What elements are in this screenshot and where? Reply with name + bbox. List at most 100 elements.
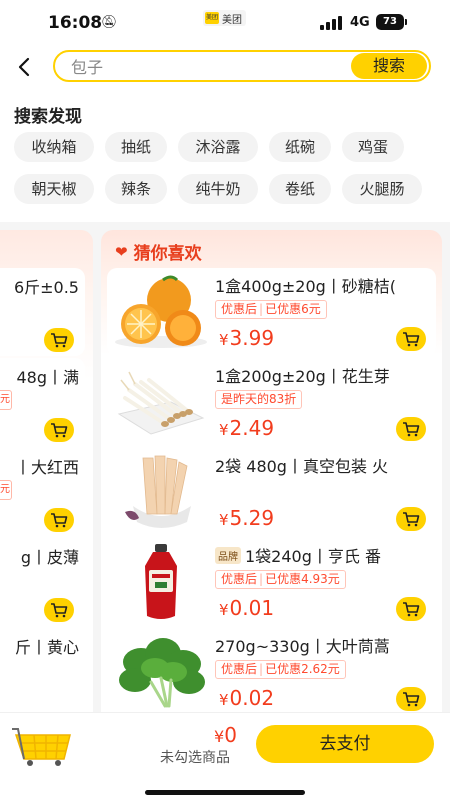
cart-icon	[51, 513, 68, 528]
brand-badge: 品牌	[215, 547, 241, 564]
discount-tag-amount: 已优惠4.93元	[265, 572, 340, 586]
left-product-title: g丨皮薄	[20, 548, 79, 567]
total-value: 0	[224, 723, 237, 747]
discount-tag: 是昨天的83折	[215, 390, 303, 409]
search-button[interactable]: 搜索	[351, 53, 427, 79]
currency-symbol: ¥	[219, 691, 229, 709]
product-price: ¥3.99	[219, 326, 274, 350]
price-value: 5.29	[229, 506, 275, 530]
chip-paper-bowl[interactable]: 纸碗	[269, 132, 331, 162]
cart-icon	[51, 333, 68, 348]
price-value: 2.49	[229, 416, 275, 440]
chip-storage-box[interactable]: 收纳箱	[14, 132, 94, 162]
left-product-card[interactable]: 斤丨黄心	[0, 628, 85, 716]
chip-shower-gel[interactable]: 沐浴露	[178, 132, 258, 162]
cart-icon	[403, 422, 420, 437]
chip-ham-sausage[interactable]: 火腿肠	[342, 174, 422, 204]
pay-button[interactable]: 去支付	[256, 725, 434, 763]
left-product-card[interactable]: 6斤±0.5	[0, 268, 85, 356]
status-time: 16:08	[48, 13, 103, 33]
discount-tag: 优惠后 | 已优惠4.93元	[215, 570, 346, 589]
chip-toilet-roll[interactable]: 卷纸	[269, 174, 331, 204]
product-title: 1盒400g±20g丨砂糖桔(	[215, 277, 397, 296]
chip-pure-milk[interactable]: 纯牛奶	[178, 174, 258, 204]
product-image-greens	[119, 638, 205, 708]
currency-symbol: ¥	[219, 421, 229, 439]
price-value: 3.99	[229, 326, 275, 350]
battery-level: 73	[383, 16, 397, 27]
product-image-bamboo-shoots	[125, 455, 191, 528]
add-to-cart-button[interactable]	[396, 687, 426, 711]
discount-tag: 优惠后 | 已优惠2.62元	[215, 660, 346, 679]
currency-symbol: ¥	[219, 601, 229, 619]
currency-symbol: ¥	[214, 727, 225, 746]
add-to-cart-button[interactable]	[44, 328, 74, 352]
cart-icon	[403, 602, 420, 617]
product-price: ¥2.49	[219, 416, 274, 440]
add-to-cart-button[interactable]	[396, 327, 426, 351]
left-product-badge: 元	[0, 390, 12, 410]
chip-eggs[interactable]: 鸡蛋	[342, 132, 404, 162]
left-product-card[interactable]: 丨大红西 元	[0, 448, 85, 536]
mute-bell-icon: 🔕︎	[101, 15, 118, 30]
shopping-basket-icon[interactable]	[10, 723, 76, 767]
cart-icon	[51, 423, 68, 438]
discover-title: 搜索发现	[14, 107, 82, 127]
product-card[interactable]: 2袋 480g丨真空包装 火 ¥5.29	[107, 448, 436, 536]
discount-tag-amount: 已优惠2.62元	[265, 662, 340, 676]
product-price: ¥0.02	[219, 686, 274, 710]
left-product-title: 48g丨满	[16, 368, 79, 387]
product-card[interactable]: 270g~330g丨大叶茼蒿 优惠后 | 已优惠2.62元 ¥0.02	[107, 628, 436, 716]
cart-icon	[51, 603, 68, 618]
currency-symbol: ¥	[219, 511, 229, 529]
battery-icon: 73	[376, 14, 407, 30]
app-indicator: 美团 美团	[203, 10, 246, 26]
left-product-title: 斤丨黄心	[14, 638, 79, 657]
product-image-ketchup	[145, 544, 177, 619]
discount-tag-label: 是昨天的83折	[221, 392, 297, 406]
currency-symbol: ¥	[219, 331, 229, 349]
add-to-cart-button[interactable]	[44, 598, 74, 622]
signal-icon	[320, 16, 342, 30]
home-indicator	[145, 790, 305, 795]
back-arrow-icon[interactable]	[12, 52, 36, 82]
guess-you-like-panel: ❤ 猜你喜欢 1盒400g±20g丨砂糖桔( 优惠后|已优惠6元 ¥3.99	[101, 230, 442, 730]
add-to-cart-button[interactable]	[44, 418, 74, 442]
discount-tag-label: 优惠后	[221, 662, 258, 676]
left-product-card[interactable]: 48g丨满 元	[0, 358, 85, 446]
heart-icon: ❤	[115, 242, 128, 261]
search-box: 搜索	[53, 50, 431, 82]
product-price: ¥5.29	[219, 506, 274, 530]
product-title: 1盒200g±20g丨花生芽	[215, 367, 390, 386]
chip-chili[interactable]: 朝天椒	[14, 174, 94, 204]
checkout-bar: ¥0 未勾选商品 去支付	[0, 712, 450, 800]
left-product-title: 6斤±0.5	[13, 278, 79, 297]
discount-tag-amount: 已优惠6元	[265, 302, 321, 316]
product-card[interactable]: 品牌 1袋240g丨亨氏 番 优惠后 | 已优惠4.93元 ¥0.01	[107, 538, 436, 626]
add-to-cart-button[interactable]	[396, 597, 426, 621]
product-title-text: 1袋240g丨亨氏 番	[245, 547, 381, 566]
add-to-cart-button[interactable]	[396, 417, 426, 441]
app-indicator-label: 美团	[222, 14, 242, 26]
meituan-logo-icon: 美团	[205, 12, 219, 24]
chip-spicy-strips[interactable]: 辣条	[105, 174, 167, 204]
product-card[interactable]: 1盒400g±20g丨砂糖桔( 优惠后 | 已优惠6元 ¥3.99	[107, 268, 436, 356]
cart-icon	[403, 512, 420, 527]
product-card[interactable]: 1盒200g±20g丨花生芽 是昨天的83折 ¥2.49	[107, 358, 436, 446]
total-price: ¥0	[214, 723, 237, 747]
product-image-mandarin	[115, 275, 207, 348]
chip-tissue[interactable]: 抽纸	[105, 132, 167, 162]
product-title: 270g~330g丨大叶茼蒿	[215, 637, 390, 656]
unselected-hint: 未勾选商品	[160, 750, 230, 766]
add-to-cart-button[interactable]	[396, 507, 426, 531]
discount-tag: 优惠后 | 已优惠6元	[215, 300, 327, 319]
search-header: 搜索	[0, 46, 450, 90]
product-title: 品牌 1袋240g丨亨氏 番	[215, 543, 433, 567]
left-product-title: 丨大红西	[14, 458, 79, 477]
guess-title: ❤ 猜你喜欢	[115, 239, 202, 265]
left-product-card[interactable]: g丨皮薄	[0, 538, 85, 626]
add-to-cart-button[interactable]	[44, 508, 74, 532]
search-input[interactable]	[71, 56, 341, 78]
product-title: 2袋 480g丨真空包装 火	[215, 457, 389, 476]
left-recommend-panel: 6斤±0.5 48g丨满 元 丨大红西 元 g丨皮薄 斤丨黄心	[0, 230, 93, 730]
